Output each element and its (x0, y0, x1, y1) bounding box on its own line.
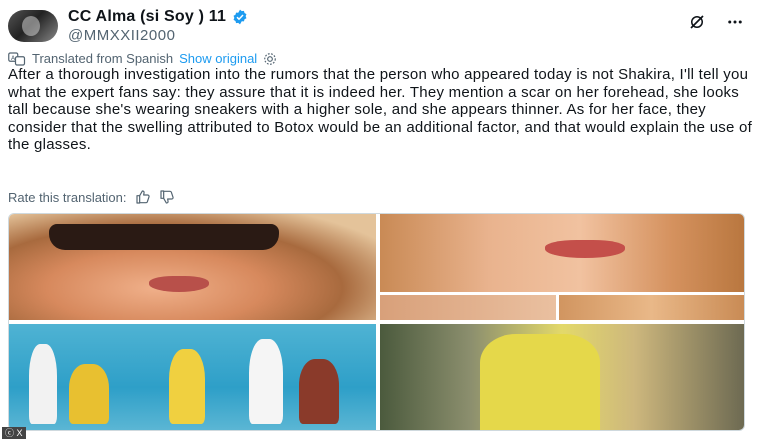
dancer-figure (299, 359, 339, 424)
photo-hair-strip[interactable] (559, 295, 744, 320)
thumbs-down-icon[interactable] (159, 189, 175, 205)
translated-label: Translated from Spanish (32, 51, 174, 66)
rate-label: Rate this translation: (8, 189, 127, 205)
dancer-figure (169, 349, 205, 424)
gear-icon[interactable] (263, 52, 277, 66)
tweet-card: CC Alma (si Soy ) 11 @MMXXII2000 A Trans… (0, 0, 779, 439)
yellow-top-shape (480, 334, 600, 430)
grok-icon[interactable] (687, 12, 707, 32)
translation-notice: A Translated from Spanish Show original (8, 51, 277, 66)
media-grid (8, 213, 745, 431)
author-name-row: CC Alma (si Soy ) 11 (68, 8, 248, 26)
lips-shape (149, 276, 209, 292)
photo-yellow-outfit[interactable] (380, 324, 744, 430)
show-original-link[interactable]: Show original (179, 51, 257, 66)
tweet-text: After a thorough investigation into the … (8, 66, 753, 153)
verified-badge-icon (233, 9, 247, 25)
photo-dancers[interactable] (9, 324, 376, 430)
avatar[interactable] (8, 10, 58, 42)
photo-forehead-strip[interactable] (380, 295, 556, 320)
rate-translation: Rate this translation: (8, 189, 175, 205)
display-name[interactable]: CC Alma (si Soy ) 11 (68, 8, 226, 26)
photo-smile-closeup[interactable] (380, 214, 744, 292)
more-icon[interactable] (725, 12, 745, 32)
dancer-figure (249, 339, 283, 424)
watermark: ⓒ X (2, 427, 26, 439)
sunglasses-shape (49, 224, 279, 250)
dancer-figure (29, 344, 57, 424)
photo-sunglasses-closeup[interactable] (9, 214, 376, 320)
author-handle[interactable]: @MMXXII2000 (68, 27, 175, 44)
thumbs-up-icon[interactable] (135, 189, 151, 205)
dancer-figure (69, 364, 109, 424)
lips-shape (545, 240, 625, 258)
tweet-actions-top (687, 12, 745, 32)
translate-icon: A (8, 51, 26, 66)
